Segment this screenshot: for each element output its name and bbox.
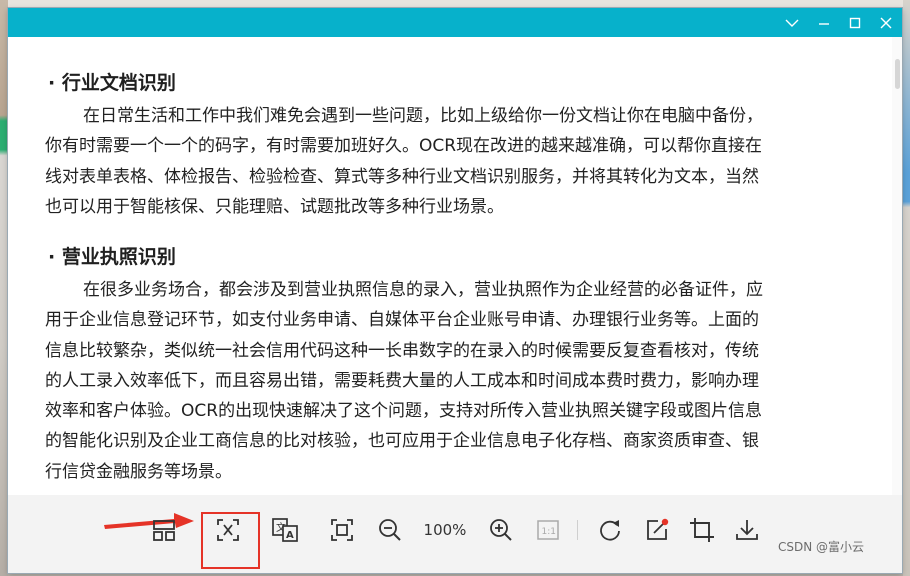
svg-text:A: A bbox=[286, 530, 294, 541]
section-heading-document-recognition: · 行业文档识别 bbox=[48, 72, 176, 94]
zoom-in-icon bbox=[490, 519, 512, 541]
chevron-down-icon[interactable] bbox=[782, 13, 802, 33]
download-button[interactable] bbox=[731, 514, 763, 546]
edit-icon bbox=[647, 518, 669, 540]
text-line: 的人工录入效率低下，而且容易出错，需要耗费大量的人工成本和时间成本费时费力，影响… bbox=[45, 370, 759, 391]
actual-size-label: 1:1 bbox=[542, 527, 556, 537]
zoom-out-icon bbox=[379, 519, 401, 541]
one-to-one-icon: 1:1 bbox=[537, 520, 559, 540]
scrollbar-thumb[interactable] bbox=[895, 59, 900, 89]
download-icon bbox=[736, 520, 758, 540]
section-heading-business-license-recognition: · 营业执照识别 bbox=[48, 246, 176, 268]
rotate-button[interactable] bbox=[594, 514, 626, 546]
title-bar[interactable] bbox=[8, 8, 902, 37]
text-line: 在很多业务场合，都会涉及到营业执照信息的录入，营业执照作为企业经营的必备证件，应 bbox=[83, 280, 763, 300]
desktop-background-left bbox=[0, 0, 8, 576]
extract-text-button[interactable] bbox=[212, 514, 244, 546]
viewer-toolbar: 文 A 100% 1:1 CSDN @富小云 bbox=[8, 495, 902, 573]
text-line: 你有时需要一个一个的码字，有时需要加班好久。OCR现在改进的越来越准确，可以帮你… bbox=[45, 136, 763, 157]
crop-icon bbox=[690, 518, 714, 542]
fit-screen-button[interactable] bbox=[326, 514, 358, 546]
zoom-level-label[interactable]: 100% bbox=[418, 521, 472, 539]
text-line: 效率和客户体验。OCR的出现快速解决了这个问题，支持对所传入营业执照关键字段或图… bbox=[45, 401, 763, 422]
text-line: 线对表单表格、体检报告、检验检查、算式等多种行业文档识别服务，并将其转化为文本，… bbox=[45, 166, 759, 187]
desktop-background-right bbox=[903, 0, 910, 576]
watermark-text: CSDN @富小云 bbox=[778, 540, 865, 554]
text-line: 信息比较繁杂，类似统一社会信用代码这种一长串数字的在录入的时候需要反复查看核对，… bbox=[45, 340, 759, 361]
image-viewer-window: · 行业文档识别 在日常生活和工作中我们难免会遇到一些问题，比如上级给你一份文档… bbox=[8, 8, 902, 573]
toolbar-divider bbox=[577, 520, 578, 540]
actual-size-button[interactable]: 1:1 bbox=[532, 514, 564, 546]
zoom-out-button[interactable] bbox=[374, 514, 406, 546]
text-line: 也可以用于智能核保、只能理赔、试题批改等多种行业场景。 bbox=[45, 196, 504, 217]
zoom-in-button[interactable] bbox=[485, 514, 517, 546]
text-line: 用于企业信息登记环节，如支付业务申请、自媒体平台企业账号申请、办理银行业务等。上… bbox=[45, 310, 759, 331]
vertical-scrollbar[interactable] bbox=[892, 37, 902, 495]
edit-button[interactable] bbox=[641, 514, 673, 546]
minimize-icon[interactable] bbox=[814, 13, 834, 33]
paragraph-document-recognition: 在日常生活和工作中我们难免会遇到一些问题，比如上级给你一份文档让你在电脑中备份，… bbox=[45, 101, 835, 222]
text-line: 的智能化识别及企业工商信息的比对核验，也可应用于企业信息电子化存档、商家资质审查… bbox=[45, 431, 759, 452]
maximize-icon[interactable] bbox=[845, 13, 865, 33]
fit-screen-icon bbox=[331, 519, 353, 541]
text-line: 在日常生活和工作中我们难免会遇到一些问题，比如上级给你一份文档让你在电脑中备份， bbox=[83, 106, 763, 126]
text-extract-icon bbox=[217, 519, 239, 541]
rotate-icon bbox=[600, 520, 620, 541]
close-icon[interactable] bbox=[876, 13, 896, 33]
translate-icon: 文 A bbox=[272, 518, 298, 542]
thumbnails-button[interactable] bbox=[148, 514, 180, 546]
image-canvas[interactable]: · 行业文档识别 在日常生活和工作中我们难免会遇到一些问题，比如上级给你一份文档… bbox=[8, 37, 902, 495]
grid-icon bbox=[153, 520, 175, 541]
paragraph-business-license-recognition: 在很多业务场合，都会涉及到营业执照信息的录入，营业执照作为企业经营的必备证件，应… bbox=[45, 275, 835, 487]
translate-button[interactable]: 文 A bbox=[269, 514, 301, 546]
crop-button[interactable] bbox=[686, 514, 718, 546]
text-line: 行信贷金融服务等场景。 bbox=[45, 461, 232, 482]
